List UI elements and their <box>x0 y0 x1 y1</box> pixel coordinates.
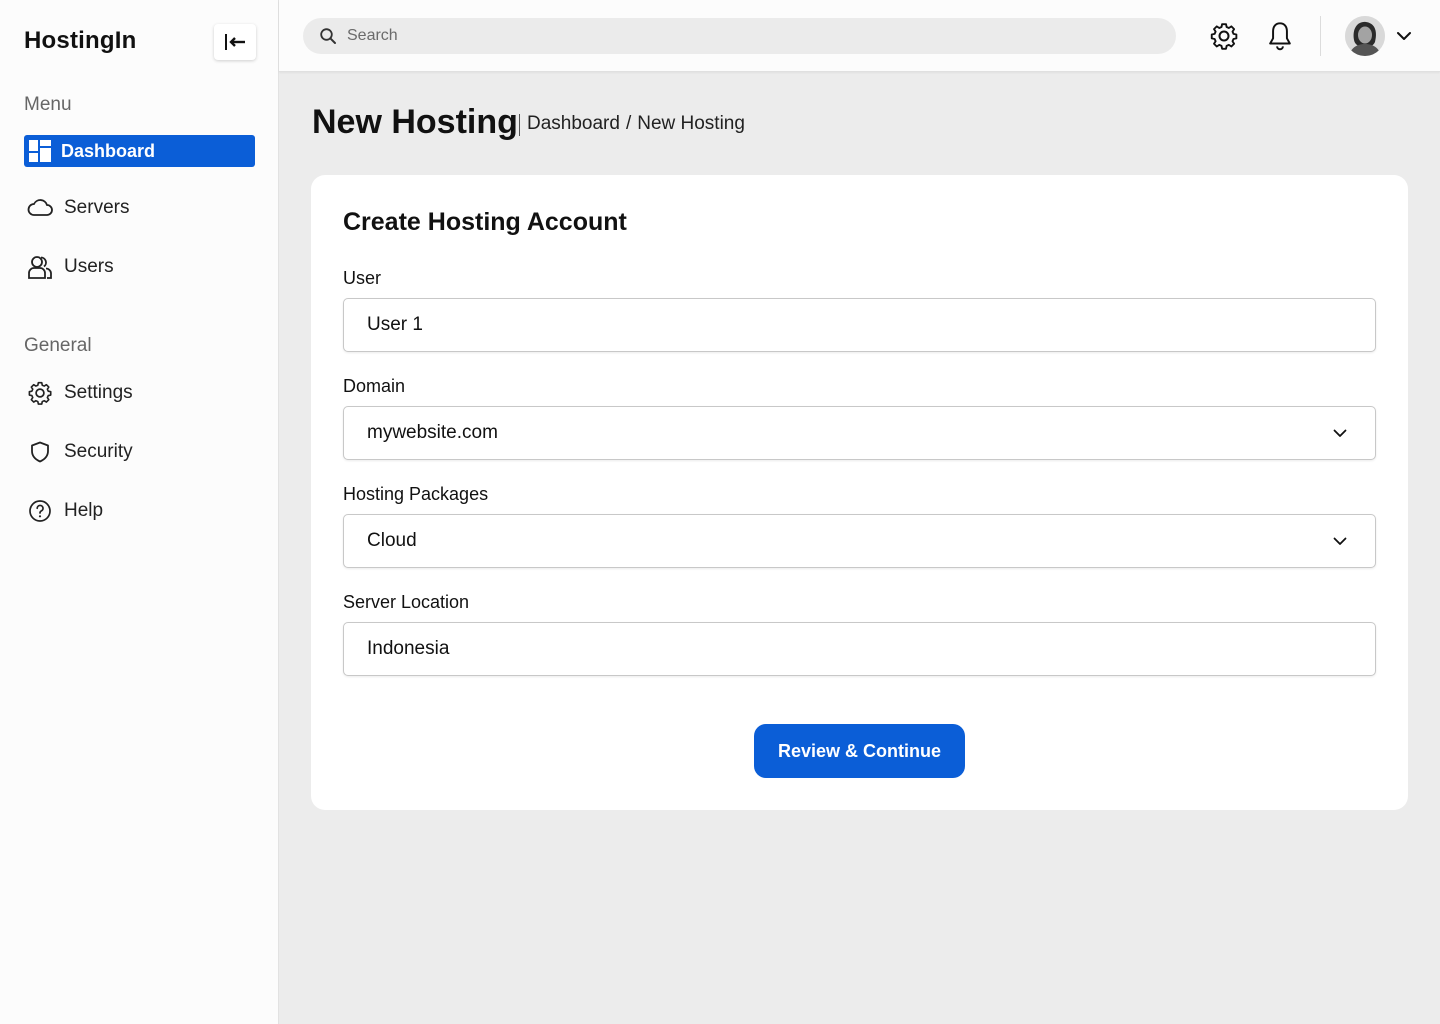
collapse-left-icon <box>225 34 245 50</box>
page-title: New Hosting <box>312 103 518 141</box>
sidebar-item-label: Dashboard <box>61 140 156 161</box>
server-location-field[interactable]: Indonesia <box>343 622 1376 676</box>
users-icon <box>26 253 54 281</box>
breadcrumb-dashboard-link[interactable]: Dashboard <box>527 113 620 135</box>
collapse-sidebar-button[interactable] <box>214 24 256 60</box>
sidebar-item-servers[interactable]: Servers <box>24 192 255 224</box>
shield-icon <box>26 438 54 466</box>
user-field[interactable]: User 1 <box>343 298 1376 352</box>
notifications-button[interactable] <box>1263 18 1297 54</box>
general-section-title: General <box>24 335 92 356</box>
hosting-packages-value: Cloud <box>367 530 417 551</box>
chevron-down-icon <box>1331 424 1349 442</box>
chevron-down-icon <box>1331 532 1349 550</box>
sidebar-item-settings[interactable]: Settings <box>24 377 255 409</box>
user-label: User <box>343 268 382 288</box>
account-menu-toggle[interactable] <box>1393 26 1415 46</box>
sidebar: HostingIn Menu Dashboard Servers Users G… <box>0 0 279 1024</box>
breadcrumb-current: New Hosting <box>637 113 745 134</box>
hosting-packages-select[interactable]: Cloud <box>343 514 1376 568</box>
settings-button[interactable] <box>1207 18 1241 54</box>
sidebar-item-label: Help <box>64 500 104 521</box>
breadcrumb: Dashboard / New Hosting <box>527 113 745 135</box>
search-icon <box>320 28 336 44</box>
top-bar <box>279 0 1440 72</box>
domain-label: Domain <box>343 376 406 396</box>
server-location-value: Indonesia <box>367 638 450 659</box>
title-divider <box>519 114 520 136</box>
avatar[interactable] <box>1345 16 1385 56</box>
dashboard-icon <box>28 137 52 165</box>
search-bar[interactable] <box>303 18 1176 54</box>
help-circle-icon <box>26 497 54 525</box>
header-divider <box>1320 16 1321 56</box>
form-title: Create Hosting Account <box>343 208 627 236</box>
breadcrumb-separator: / <box>625 113 632 134</box>
sidebar-item-dashboard[interactable]: Dashboard <box>24 135 255 167</box>
create-hosting-card: Create Hosting Account User User 1 Domai… <box>311 175 1408 810</box>
sidebar-item-label: Security <box>64 441 133 462</box>
menu-section-title: Menu <box>24 94 72 115</box>
sidebar-item-label: Servers <box>64 197 130 218</box>
chevron-down-icon <box>1397 32 1411 40</box>
gear-icon <box>26 379 54 407</box>
domain-select[interactable]: mywebsite.com <box>343 406 1376 460</box>
domain-value: mywebsite.com <box>367 422 498 443</box>
bell-icon <box>1269 22 1291 51</box>
search-input[interactable] <box>347 27 1127 45</box>
sidebar-item-label: Users <box>64 256 114 277</box>
sidebar-item-help[interactable]: Help <box>24 495 255 527</box>
sidebar-item-users[interactable]: Users <box>24 251 255 283</box>
server-location-label: Server Location <box>343 592 470 612</box>
sidebar-item-security[interactable]: Security <box>24 436 255 468</box>
cloud-icon <box>26 194 54 222</box>
hosting-packages-label: Hosting Packages <box>343 484 489 504</box>
user-value: User 1 <box>367 314 423 335</box>
gear-icon <box>1210 23 1238 50</box>
brand-logo: HostingIn <box>24 27 137 54</box>
review-continue-button[interactable]: Review & Continue <box>754 724 965 778</box>
sidebar-item-label: Settings <box>64 382 133 403</box>
